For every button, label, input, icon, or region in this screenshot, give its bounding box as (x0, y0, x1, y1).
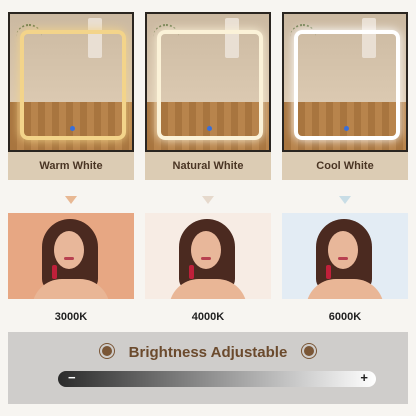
mirror-label: Natural White (145, 152, 271, 180)
arrow-down-icon (202, 196, 214, 204)
color-temp-label: 3000K (54, 311, 88, 323)
touch-sensor-icon (70, 126, 75, 131)
touch-sensor-icon (344, 126, 349, 131)
arrow-down-icon (65, 196, 77, 204)
mirror-warm: Warm White (8, 12, 134, 180)
mirror-image (8, 12, 134, 152)
brightness-title: Brightness Adjustable (128, 344, 288, 361)
plus-icon[interactable]: + (360, 370, 368, 385)
mirror-cool: Cool White (282, 12, 408, 180)
portrait-cool (282, 213, 408, 299)
color-temp-label: 4000K (191, 311, 225, 323)
led-frame (294, 30, 400, 140)
mirror-image (282, 12, 408, 152)
led-frame (157, 30, 263, 140)
mirror-label: Cool White (282, 152, 408, 180)
brightness-slider[interactable]: − + (58, 370, 376, 387)
mirror-image (145, 12, 271, 152)
arrow-down-icon (339, 196, 351, 204)
minus-icon[interactable]: − (68, 370, 76, 385)
brightness-panel: Brightness Adjustable − + (8, 332, 408, 404)
portrait-natural (145, 213, 271, 299)
color-temp-label: 6000K (328, 311, 362, 323)
portrait-warm (8, 213, 134, 299)
sun-icon (304, 346, 314, 356)
mirror-natural: Natural White (145, 12, 271, 180)
touch-sensor-icon (207, 126, 212, 131)
mirror-label: Warm White (8, 152, 134, 180)
led-frame (20, 30, 126, 140)
